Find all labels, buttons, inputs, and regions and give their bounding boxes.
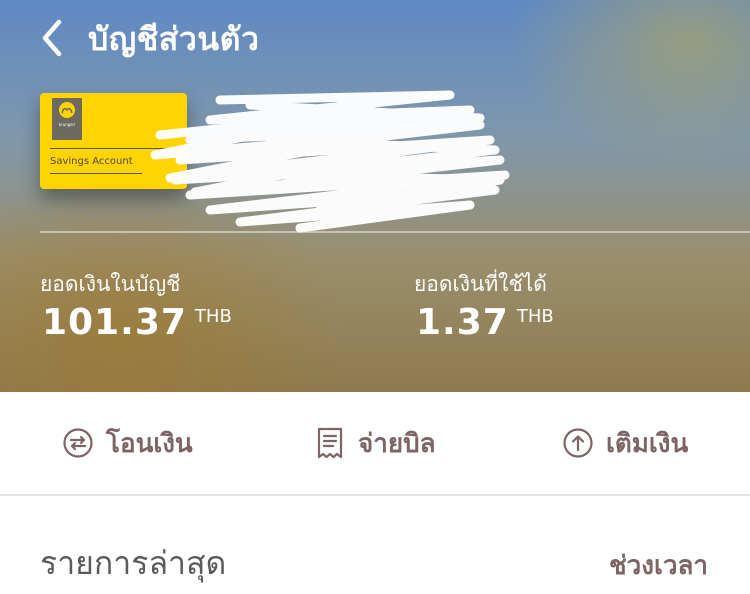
- transfer-button[interactable]: โอนเงิน: [62, 414, 193, 472]
- account-balance-label: ยอดเงินในบัญชี: [40, 272, 181, 296]
- top-bar: บัญชีส่วนตัว: [0, 0, 750, 78]
- receipt-icon: [317, 427, 343, 459]
- pay-bill-button[interactable]: จ่ายบิล: [314, 414, 436, 472]
- krungsri-logo: krungsri: [52, 98, 82, 140]
- available-balance-value: 1.37: [416, 302, 509, 343]
- page-title: บัญชีส่วนตัว: [88, 20, 260, 58]
- card-rule-bottom: [50, 173, 142, 174]
- hero-divider: [40, 231, 750, 233]
- recent-transactions-title: รายการล่าสุด: [40, 544, 227, 582]
- chevron-left-icon: [42, 19, 62, 57]
- transfer-icon: [63, 428, 93, 458]
- account-balance-value: 101.37: [42, 302, 187, 343]
- krungsri-logo-icon: [59, 102, 75, 118]
- back-button[interactable]: [30, 16, 74, 60]
- top-up-label: เติมเงิน: [606, 428, 689, 459]
- account-balance-currency: THB: [194, 306, 232, 327]
- redaction-scribble: [150, 90, 510, 233]
- quick-actions-bar: โอนเงิน จ่ายบิล เติมเงิน: [0, 392, 750, 494]
- top-up-button[interactable]: เติมเงิน: [562, 414, 688, 472]
- period-filter-button[interactable]: ช่วงเวลา: [609, 545, 708, 586]
- pay-bill-label: จ่ายบิล: [358, 428, 436, 459]
- account-balance-amount: 101.37 THB: [42, 302, 232, 343]
- available-balance-currency: THB: [516, 306, 554, 327]
- available-balance-amount: 1.37 THB: [416, 302, 554, 343]
- card-brand-text: krungsri: [58, 122, 76, 127]
- transfer-label: โอนเงิน: [106, 428, 193, 459]
- topup-icon: [563, 428, 593, 458]
- available-balance-label: ยอดเงินที่ใช้ได้: [414, 272, 547, 296]
- account-header-background: บัญชีส่วนตัว krungsri Savings Account ยอ…: [0, 0, 750, 392]
- section-divider: [0, 494, 750, 496]
- card-account-type: Savings Account: [50, 156, 133, 167]
